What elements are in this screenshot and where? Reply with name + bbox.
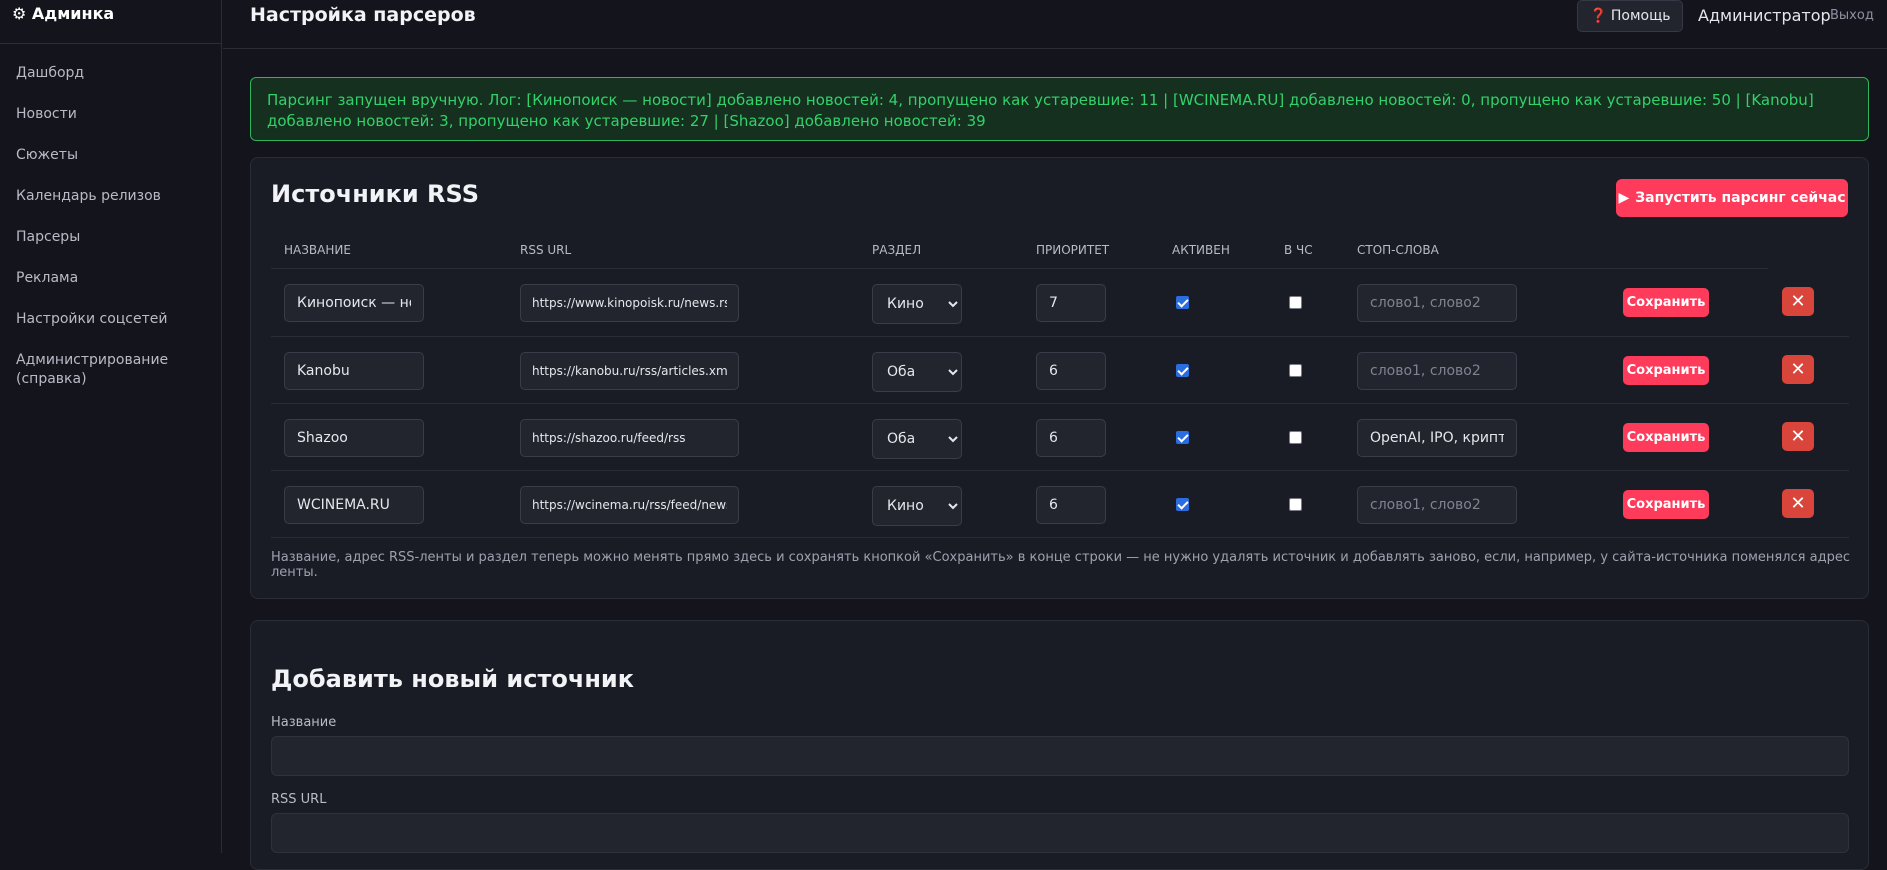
stopwords-input[interactable]: [1357, 486, 1517, 524]
url-field-label: RSS URL: [271, 792, 327, 807]
sources-help-note: Название, адрес RSS-ленты и раздел тепер…: [271, 550, 1850, 580]
sidebar-item-parsers[interactable]: Парсеры: [0, 228, 221, 247]
column-header-active: Активен: [1172, 243, 1230, 257]
table-row: Оба Сохранить ✕: [251, 337, 1870, 404]
section-select[interactable]: Кино: [872, 486, 962, 526]
save-button[interactable]: Сохранить: [1623, 288, 1709, 317]
close-icon: ✕: [1790, 291, 1806, 312]
table-row: Кино Сохранить ✕: [251, 471, 1870, 538]
play-icon: ▶: [1618, 190, 1630, 206]
source-name-input[interactable]: [284, 352, 424, 390]
source-url-input[interactable]: [520, 352, 739, 390]
close-icon: ✕: [1790, 426, 1806, 447]
column-header-priority: Приоритет: [1036, 243, 1110, 257]
page-title: Настройка парсеров: [250, 4, 476, 26]
source-name-input[interactable]: [284, 419, 424, 457]
close-icon: ✕: [1790, 493, 1806, 514]
sidebar-item-social-settings[interactable]: Настройки соцсетей: [0, 310, 221, 329]
stopwords-input[interactable]: [1357, 352, 1517, 390]
parse-log-alert: Парсинг запущен вручную. Лог: [Кинопоиск…: [250, 77, 1869, 141]
add-source-title: Добавить новый источник: [271, 665, 634, 693]
close-icon: ✕: [1790, 359, 1806, 380]
stopwords-input[interactable]: [1357, 284, 1517, 322]
logout-link[interactable]: Выход: [1830, 8, 1874, 23]
column-header-url: RSS URL: [520, 243, 572, 257]
rss-sources-card: Источники RSS ▶ Запустить парсинг сейчас…: [250, 157, 1869, 599]
new-source-url-input[interactable]: [271, 813, 1849, 853]
save-button[interactable]: Сохранить: [1623, 490, 1709, 519]
active-checkbox[interactable]: [1176, 498, 1189, 511]
run-parsing-label: Запустить парсинг сейчас: [1635, 190, 1846, 206]
section-select[interactable]: Оба: [872, 419, 962, 459]
column-header-name: Название: [284, 243, 351, 257]
help-button-label: Помощь: [1610, 8, 1671, 24]
active-checkbox[interactable]: [1176, 364, 1189, 377]
sidebar-item-administration-help[interactable]: Администрирование (справка): [0, 351, 221, 389]
sidebar: ⚙ Админка Дашборд Новости Сюжеты Календа…: [0, 0, 222, 853]
question-icon: ❓: [1589, 8, 1607, 24]
source-name-input[interactable]: [284, 284, 424, 322]
rss-sources-title: Источники RSS: [271, 180, 480, 208]
delete-button[interactable]: ✕: [1782, 489, 1814, 518]
emergency-checkbox[interactable]: [1289, 498, 1302, 511]
source-url-input[interactable]: [520, 419, 739, 457]
delete-button[interactable]: ✕: [1782, 287, 1814, 316]
sidebar-nav: Дашборд Новости Сюжеты Календарь релизов…: [0, 44, 221, 389]
column-header-emergency: В ЧС: [1284, 243, 1313, 257]
emergency-checkbox[interactable]: [1289, 431, 1302, 444]
table-row: Кино Сохранить ✕: [251, 269, 1870, 336]
delete-button[interactable]: ✕: [1782, 355, 1814, 384]
new-source-name-input[interactable]: [271, 736, 1849, 776]
save-button[interactable]: Сохранить: [1623, 423, 1709, 452]
name-field-label: Название: [271, 715, 337, 730]
emergency-checkbox[interactable]: [1289, 364, 1302, 377]
help-button[interactable]: ❓ Помощь: [1577, 0, 1683, 32]
topbar: Настройка парсеров ❓ Помощь Администрато…: [223, 0, 1887, 49]
source-url-input[interactable]: [520, 486, 739, 524]
add-source-card: Добавить новый источник Название RSS URL: [250, 620, 1869, 870]
delete-button[interactable]: ✕: [1782, 422, 1814, 451]
priority-input[interactable]: [1036, 284, 1106, 322]
priority-input[interactable]: [1036, 419, 1106, 457]
table-row: Оба Сохранить ✕: [251, 404, 1870, 471]
brand-logo[interactable]: ⚙ Админка: [0, 0, 221, 44]
sidebar-item-ads[interactable]: Реклама: [0, 269, 221, 288]
priority-input[interactable]: [1036, 352, 1106, 390]
sidebar-item-news[interactable]: Новости: [0, 105, 221, 124]
section-select[interactable]: Кино: [872, 284, 962, 324]
emergency-checkbox[interactable]: [1289, 296, 1302, 309]
source-url-input[interactable]: [520, 284, 739, 322]
stopwords-input[interactable]: [1357, 419, 1517, 457]
save-button[interactable]: Сохранить: [1623, 356, 1709, 385]
sidebar-item-dashboard[interactable]: Дашборд: [0, 64, 221, 83]
priority-input[interactable]: [1036, 486, 1106, 524]
sidebar-item-release-calendar[interactable]: Календарь релизов: [0, 187, 221, 206]
column-header-section: Раздел: [872, 243, 922, 257]
run-parsing-button[interactable]: ▶ Запустить парсинг сейчас: [1616, 179, 1848, 217]
active-checkbox[interactable]: [1176, 296, 1189, 309]
source-name-input[interactable]: [284, 486, 424, 524]
row-divider: [271, 537, 1849, 538]
section-select[interactable]: Оба: [872, 352, 962, 392]
active-checkbox[interactable]: [1176, 431, 1189, 444]
column-header-stopwords: Стоп-слова: [1357, 243, 1439, 257]
sidebar-item-stories[interactable]: Сюжеты: [0, 146, 221, 165]
admin-username: Администратор: [1698, 6, 1831, 25]
